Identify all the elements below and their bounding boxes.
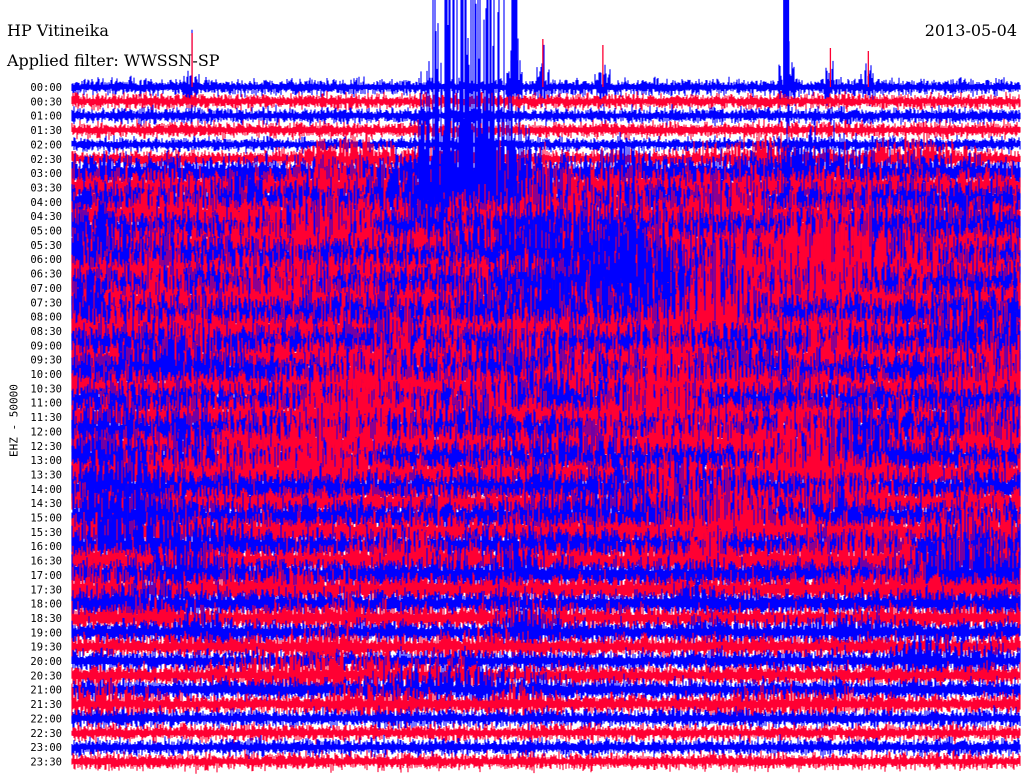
row-tick-label: 15:00	[30, 513, 62, 525]
row-tick-label: 13:00	[30, 455, 62, 467]
row-tick-label: 00:30	[30, 96, 62, 108]
row-tick-label: 13:30	[30, 469, 62, 481]
row-tick-label: 17:00	[30, 570, 62, 582]
row-tick-label: 09:00	[30, 340, 62, 352]
row-tick-label: 12:30	[30, 441, 62, 453]
row-tick-labels: 00:00 00:30 01:00 01:30 02:00 02:30 03:00 03:30…	[30, 82, 62, 768]
row-tick-label: 14:00	[30, 484, 62, 496]
row-tick-label: 10:30	[30, 383, 62, 395]
row-tick-label: 05:00	[30, 226, 62, 238]
row-tick-label: 22:00	[30, 713, 62, 725]
row-tick-label: 06:00	[30, 254, 62, 266]
row-tick-label: 11:30	[30, 412, 62, 424]
trace-layer	[71, 0, 1021, 774]
trace-row-0030	[71, 90, 1021, 112]
row-tick-label: 05:30	[30, 240, 62, 252]
row-tick-label: 12:00	[30, 426, 62, 438]
row-tick-label: 06:30	[30, 269, 62, 281]
row-tick-label: 16:30	[30, 556, 62, 568]
row-tick-label: 01:30	[30, 125, 62, 137]
row-tick-label: 07:30	[30, 297, 62, 309]
row-tick-label: 18:00	[30, 599, 62, 611]
row-tick-label: 23:30	[30, 756, 62, 768]
row-tick-label: 14:30	[30, 498, 62, 510]
row-tick-label: 21:00	[30, 685, 62, 697]
helicorder-plot: 00:00 00:30 01:00 01:30 02:00 02:30 03:00 03:30…	[30, 0, 1021, 774]
row-tick-label: 19:30	[30, 642, 62, 654]
row-tick-label: 02:00	[30, 139, 62, 151]
row-tick-label: 01:00	[30, 111, 62, 123]
row-tick-label: 03:30	[30, 182, 62, 194]
row-tick-label: 11:00	[30, 398, 62, 410]
row-tick-label: 04:30	[30, 211, 62, 223]
row-tick-label: 08:00	[30, 312, 62, 324]
row-tick-label: 00:00	[30, 82, 62, 94]
row-tick-label: 17:30	[30, 584, 62, 596]
row-tick-label: 22:30	[30, 728, 62, 740]
row-tick-label: 03:00	[30, 168, 62, 180]
row-tick-label: 18:30	[30, 613, 62, 625]
row-tick-label: 02:30	[30, 154, 62, 166]
row-tick-label: 20:00	[30, 656, 62, 668]
row-tick-label: 23:00	[30, 742, 62, 754]
row-tick-label: 09:30	[30, 355, 62, 367]
trace-row-2330	[71, 749, 1021, 774]
row-tick-label: 16:00	[30, 541, 62, 553]
row-tick-label: 20:30	[30, 670, 62, 682]
row-tick-label: 15:30	[30, 527, 62, 539]
row-tick-label: 10:00	[30, 369, 62, 381]
row-tick-label: 21:30	[30, 699, 62, 711]
row-tick-label: 04:00	[30, 197, 62, 209]
row-tick-label: 19:00	[30, 627, 62, 639]
row-tick-label: 07:00	[30, 283, 62, 295]
row-tick-label: 08:30	[30, 326, 62, 338]
